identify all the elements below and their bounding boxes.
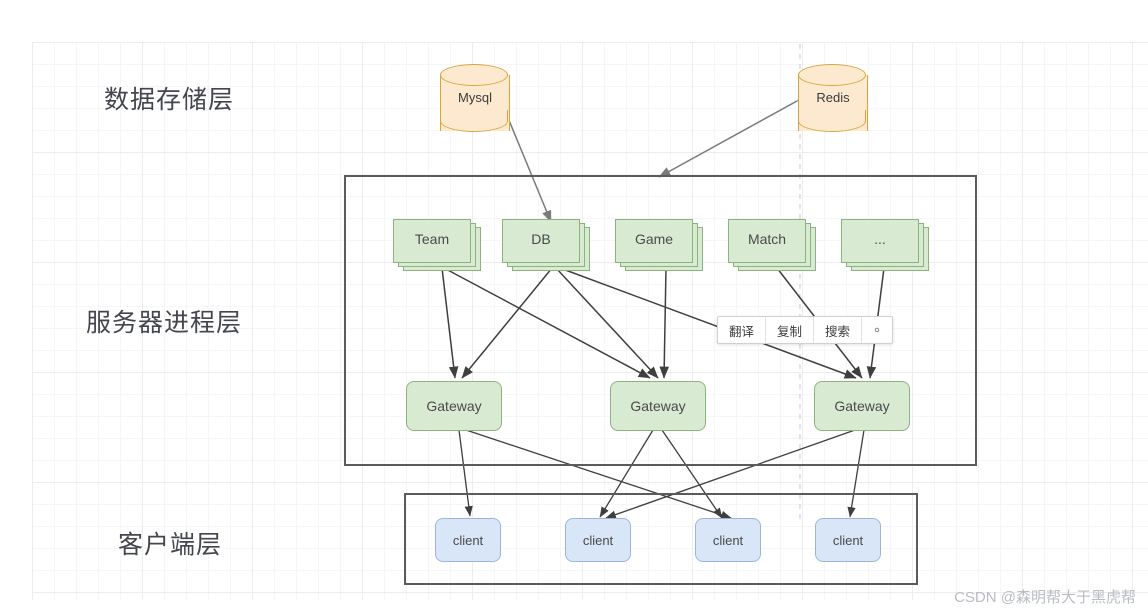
node-more-label: ... — [874, 231, 886, 247]
layer-label-storage: 数据存储层 — [104, 86, 235, 114]
node-game[interactable]: Game — [615, 219, 703, 271]
cylinder-bottom — [798, 110, 866, 132]
node-gateway-3-label: Gateway — [834, 398, 890, 414]
node-redis-label: Redis — [816, 90, 850, 105]
node-client-4-label: client — [832, 532, 864, 548]
diagram-canvas: 数据存储层 服务器进程层 客户端层 Mysql Redis Team DB Ga… — [0, 0, 1148, 611]
node-client-2-label: client — [582, 532, 614, 548]
translate-button[interactable]: 翻译 — [718, 317, 767, 343]
node-gateway-2-label: Gateway — [630, 398, 686, 414]
node-match-label: Match — [747, 231, 787, 247]
node-client-1-label: client — [452, 532, 484, 548]
node-db-label: DB — [531, 231, 551, 247]
layer-label-client: 客户端层 — [118, 531, 223, 559]
copy-button[interactable]: 复制 — [766, 317, 815, 343]
node-gateway-3[interactable]: Gateway — [814, 381, 910, 431]
watermark-text: CSDN @森明帮大于黑虎帮 — [954, 589, 1136, 606]
selection-toolbar[interactable]: 翻译 复制 搜索 — [717, 316, 894, 344]
node-mysql[interactable]: Mysql — [440, 64, 510, 142]
node-client-1[interactable]: client — [435, 518, 501, 562]
cylinder-bottom — [440, 110, 508, 132]
node-client-2[interactable]: client — [565, 518, 631, 562]
node-team-label: Team — [414, 231, 450, 247]
cylinder-top — [798, 64, 866, 86]
node-db[interactable]: DB — [502, 219, 590, 271]
node-client-3[interactable]: client — [695, 518, 761, 562]
node-gateway-1[interactable]: Gateway — [406, 381, 502, 431]
node-gateway-2[interactable]: Gateway — [610, 381, 706, 431]
cylinder-top — [440, 64, 508, 86]
node-match[interactable]: Match — [728, 219, 816, 271]
node-gateway-1-label: Gateway — [426, 398, 482, 414]
node-client-4[interactable]: client — [815, 518, 881, 562]
layer-label-server: 服务器进程层 — [86, 309, 243, 337]
node-more[interactable]: ... — [841, 219, 929, 271]
node-redis[interactable]: Redis — [798, 64, 868, 142]
node-mysql-label: Mysql — [458, 90, 492, 105]
node-game-label: Game — [634, 231, 674, 247]
node-client-3-label: client — [712, 532, 744, 548]
node-team[interactable]: Team — [393, 219, 481, 271]
settings-button[interactable] — [862, 317, 892, 343]
search-button[interactable]: 搜索 — [814, 317, 863, 343]
gear-icon — [874, 327, 880, 333]
